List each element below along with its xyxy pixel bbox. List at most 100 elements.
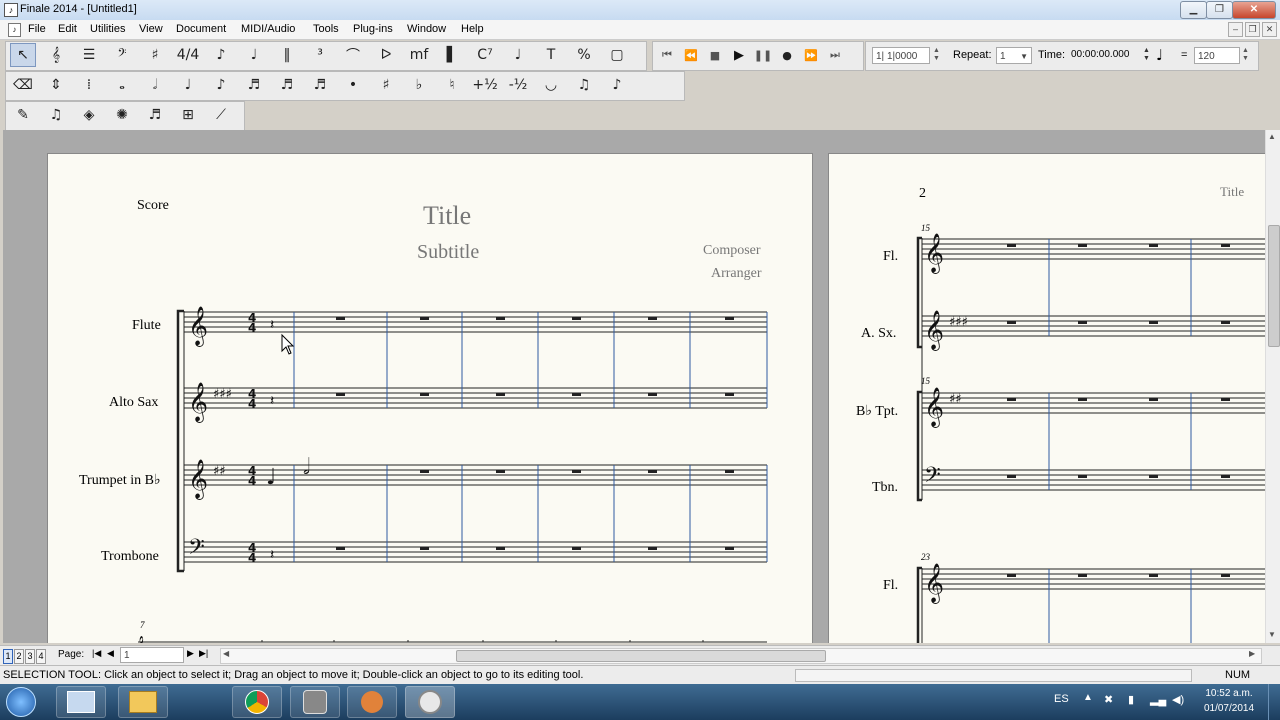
page-tab-2[interactable]: 2	[14, 649, 24, 664]
show-desktop-button[interactable]	[1268, 684, 1280, 720]
prev-page-icon[interactable]: ◀	[107, 648, 114, 659]
score-page-1[interactable]: Score Title Subtitle Composer Arranger F…	[47, 153, 813, 643]
next-page-icon[interactable]: ▶	[187, 648, 194, 659]
note-tool-icon[interactable]: ♪	[208, 43, 234, 67]
rewind-icon[interactable]: ⏪	[679, 43, 703, 67]
hand-icon[interactable]	[347, 686, 397, 718]
play-icon[interactable]: ▶	[727, 43, 751, 67]
special-tools-icon[interactable]: ⟋	[208, 103, 234, 127]
hyperscribe-icon[interactable]: ✺	[109, 103, 135, 127]
beam-icon[interactable]: ♫	[571, 73, 597, 97]
tempo-note-spinner[interactable]: ▲ ▼	[1143, 47, 1155, 64]
menu-plugins[interactable]: Plug-ins	[349, 22, 397, 36]
dot-icon[interactable]: •	[340, 73, 366, 97]
forward-end-icon[interactable]: ⏭	[823, 43, 847, 67]
horizontal-scrollbar[interactable]: ◀ ▶	[220, 648, 1262, 664]
page-number-field[interactable]: 1	[120, 647, 184, 663]
articulation-tool-icon[interactable]: ᐅ	[373, 43, 399, 67]
vertical-scrollbar[interactable]: ▲ ▼	[1265, 130, 1280, 643]
signal-icon[interactable]: ▂▄	[1150, 693, 1166, 706]
doc-close-button[interactable]: ✕	[1262, 22, 1277, 37]
eighth-note-icon[interactable]: ♪	[208, 73, 234, 97]
flat-icon[interactable]: ♭	[406, 73, 432, 97]
start-button-icon[interactable]	[6, 687, 36, 717]
page-tab-1[interactable]: 1	[3, 649, 13, 664]
tempo-tool-icon[interactable]: ♩	[241, 43, 267, 67]
tempo-field[interactable]: 120	[1194, 47, 1240, 64]
sixty-fourth-note-icon[interactable]: ♬	[307, 73, 333, 97]
doc-restore-button[interactable]: ❐	[1245, 22, 1260, 37]
page-layout-tool-icon[interactable]: ▢	[604, 43, 630, 67]
menu-view[interactable]: View	[135, 22, 167, 36]
half-note-icon[interactable]: 𝅗𝅥	[142, 73, 168, 97]
menu-file[interactable]: File	[24, 22, 50, 36]
clock-date[interactable]: 01/07/2014	[1202, 703, 1256, 714]
lyrics-tool-icon[interactable]: ♬	[142, 103, 168, 127]
scroll-left-icon[interactable]: ◀	[223, 649, 229, 658]
clef-tool-icon[interactable]: 𝄢	[109, 43, 135, 67]
updown-icon[interactable]: ⇕	[43, 73, 69, 97]
stop-icon[interactable]: ■	[703, 43, 727, 67]
pause-icon[interactable]: ❚❚	[751, 43, 775, 67]
clock-time[interactable]: 10:52 a.m.	[1202, 688, 1256, 699]
staff-tool-icon[interactable]: 𝄞	[43, 43, 69, 67]
chord-tool-icon[interactable]: C⁷	[472, 43, 498, 67]
quarter-note-icon[interactable]: ♩	[1156, 46, 1163, 64]
tuplet-tool-icon[interactable]: ³	[307, 43, 333, 67]
first-page-icon[interactable]: |◀	[92, 648, 101, 659]
battery-icon[interactable]: ▮	[1128, 693, 1134, 706]
minimize-button[interactable]: ▁	[1180, 1, 1207, 19]
key-signature-tool-icon[interactable]: ♯	[142, 43, 168, 67]
hscroll-thumb[interactable]	[456, 650, 826, 662]
half-step-down-icon[interactable]: -½	[505, 73, 531, 97]
page-tab-4[interactable]: 4	[36, 649, 46, 664]
last-page-icon[interactable]: ▶|	[199, 648, 208, 659]
fast-forward-icon[interactable]: ⏩	[799, 43, 823, 67]
thirty-second-note-icon[interactable]: ♬	[274, 73, 300, 97]
document-icon[interactable]: ♪	[8, 23, 21, 37]
whole-note-icon[interactable]: 𝅝	[109, 73, 135, 97]
tray-expand-icon[interactable]: ▲	[1083, 692, 1093, 703]
grace-icon[interactable]: ⁞	[76, 73, 102, 97]
half-step-up-icon[interactable]: +½	[472, 73, 498, 97]
finale-icon[interactable]	[405, 686, 455, 718]
page-tab-3[interactable]: 3	[25, 649, 35, 664]
palette-icon[interactable]: ♫	[43, 103, 69, 127]
folder-icon[interactable]	[118, 686, 168, 718]
record-icon[interactable]: ●	[775, 43, 799, 67]
grace-note-icon[interactable]: ♪	[604, 73, 630, 97]
measure-spinner[interactable]: ▲ ▼	[933, 47, 943, 64]
wrench-icon[interactable]: ✎	[10, 103, 36, 127]
tie-icon[interactable]: ◡	[538, 73, 564, 97]
menu-utilities[interactable]: Utilities	[86, 22, 129, 36]
doc-minimize-button[interactable]: –	[1228, 22, 1243, 37]
expression-tool-icon[interactable]: mf	[406, 43, 432, 67]
finale-app-icon[interactable]: ♪	[4, 3, 18, 17]
close-button[interactable]: ✕	[1232, 1, 1276, 19]
speedy-icon[interactable]: ◈	[76, 103, 102, 127]
measure-counter-field[interactable]: 1| 1|0000	[872, 47, 930, 64]
smart-shape-tool-icon[interactable]: ⌒	[340, 43, 366, 67]
simple-entry-tool-icon[interactable]: ☰	[76, 43, 102, 67]
menu-window[interactable]: Window	[403, 22, 450, 36]
menu-midi-audio[interactable]: MIDI/Audio	[237, 22, 299, 36]
menu-edit[interactable]: Edit	[54, 22, 81, 36]
language-indicator[interactable]: ES	[1054, 693, 1069, 705]
rewind-start-icon[interactable]: ⏮	[655, 43, 679, 67]
eraser-icon[interactable]: ⌫	[10, 73, 36, 97]
repeat-tool-icon[interactable]: ‖	[274, 43, 300, 67]
maximize-button[interactable]: ❐	[1206, 1, 1233, 19]
menu-help[interactable]: Help	[457, 22, 488, 36]
scroll-up-icon[interactable]: ▲	[1268, 132, 1276, 141]
quarter-note-icon[interactable]: ♩	[175, 73, 201, 97]
scroll-thumb[interactable]	[1268, 225, 1280, 347]
selection-tool-icon[interactable]: ↖	[10, 43, 36, 67]
resize-tool-icon[interactable]: %	[571, 43, 597, 67]
lyrics-tool-icon[interactable]: ♩	[505, 43, 531, 67]
menu-tools[interactable]: Tools	[309, 22, 343, 36]
sharp-icon[interactable]: ♯	[373, 73, 399, 97]
menu-document[interactable]: Document	[172, 22, 230, 36]
text-tool-icon[interactable]: T	[538, 43, 564, 67]
scroll-down-icon[interactable]: ▼	[1268, 630, 1276, 639]
staff-style-icon[interactable]: ⊞	[175, 103, 201, 127]
